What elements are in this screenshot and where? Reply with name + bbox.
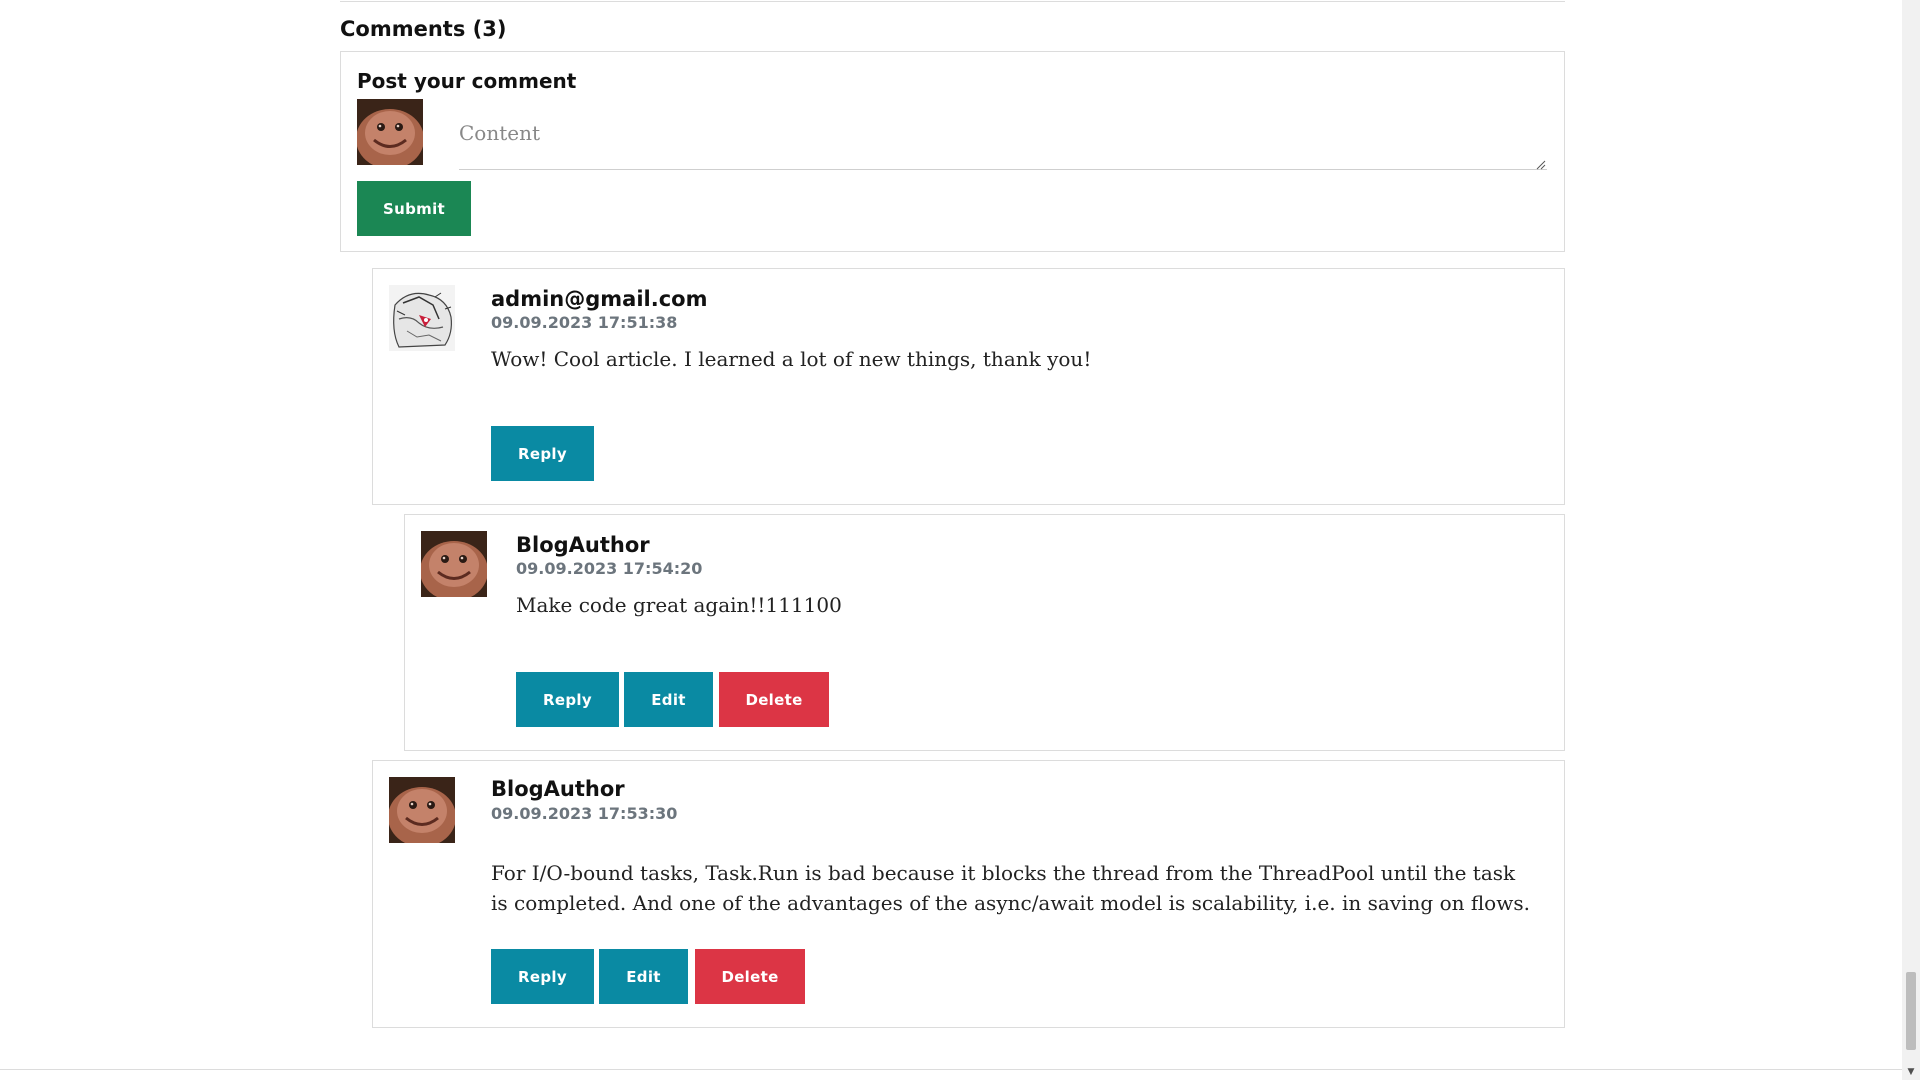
current-user-avatar	[357, 99, 423, 165]
scroll-down-arrow-icon[interactable]: ▼	[1902, 1064, 1920, 1080]
scrollbar-thumb[interactable]	[1906, 972, 1916, 1050]
comment-author: admin@gmail.com	[491, 287, 708, 311]
comment-content-input[interactable]	[459, 113, 1547, 170]
edit-button[interactable]: Edit	[599, 949, 688, 1004]
comment-card: BlogAuthor 09.09.2023 17:53:30 For I/O-b…	[372, 760, 1565, 1028]
comment-author: BlogAuthor	[516, 533, 650, 557]
smiling-face-icon	[421, 531, 487, 597]
comment-avatar	[421, 531, 487, 597]
reply-comment-card: BlogAuthor 09.09.2023 17:54:20 Make code…	[404, 514, 1565, 751]
comment-date: 09.09.2023 17:54:20	[516, 559, 703, 578]
delete-button[interactable]: Delete	[719, 672, 829, 727]
comment-text: Wow! Cool article. I learned a lot of ne…	[491, 347, 1092, 371]
comments-heading: Comments (3)	[340, 17, 507, 41]
reply-button[interactable]: Reply	[491, 426, 594, 481]
comment-avatar	[389, 285, 455, 351]
resize-grip-icon[interactable]	[1536, 160, 1546, 170]
submit-button[interactable]: Submit	[357, 181, 471, 236]
top-divider	[340, 1, 1565, 2]
comment-date: 09.09.2023 17:53:30	[491, 804, 678, 823]
vertical-scrollbar[interactable]	[1902, 0, 1920, 1080]
bottom-divider	[0, 1069, 1902, 1070]
reply-button[interactable]: Reply	[516, 672, 619, 727]
comment-card: admin@gmail.com 09.09.2023 17:51:38 Wow!…	[372, 268, 1565, 505]
edit-button[interactable]: Edit	[624, 672, 713, 727]
post-comment-form: Post your comment Submit	[340, 51, 1565, 252]
comment-text: Make code great again!!111100	[516, 593, 842, 617]
delete-button[interactable]: Delete	[695, 949, 805, 1004]
comment-avatar	[389, 777, 455, 843]
comment-text: For I/O-bound tasks, Task.Run is bad bec…	[491, 861, 1530, 915]
comment-author: BlogAuthor	[491, 777, 625, 801]
comment-date: 09.09.2023 17:51:38	[491, 313, 678, 332]
smiling-face-icon	[389, 777, 455, 843]
reply-button[interactable]: Reply	[491, 949, 594, 1004]
post-comment-title: Post your comment	[357, 69, 577, 93]
sketch-avatar-icon	[389, 285, 455, 351]
smiling-face-icon	[357, 99, 423, 165]
